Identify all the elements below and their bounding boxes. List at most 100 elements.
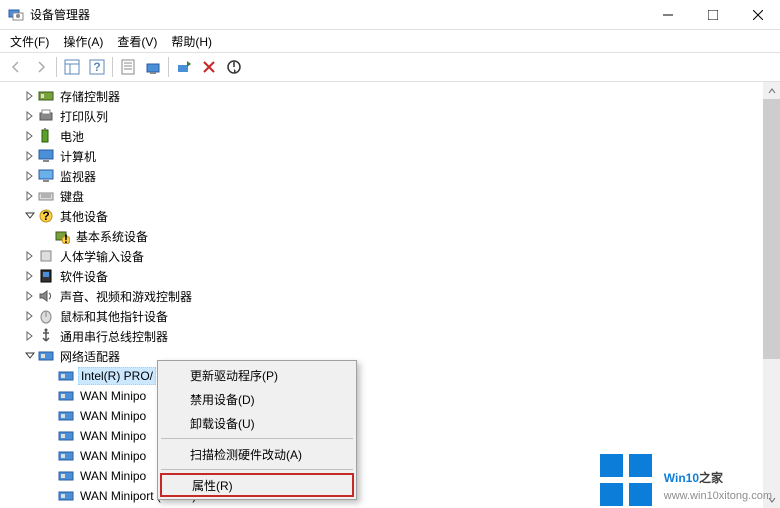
device-tree[interactable]: 存储控制器 打印队列 电池 计算机 监视器 键盘 ? 其他设备 ! 基本系统设备 [0, 82, 780, 508]
tree-node[interactable]: WAN Minipo [0, 406, 780, 426]
tree-node-label: 电池 [58, 127, 86, 146]
properties-button[interactable] [116, 55, 140, 79]
expand-icon[interactable] [22, 248, 38, 264]
update-driver-button[interactable] [172, 55, 196, 79]
menu-view[interactable]: 查看(V) [111, 31, 163, 52]
tree-node-label: 键盘 [58, 187, 86, 206]
tree-node-label: 基本系统设备 [74, 227, 150, 246]
device-manager-icon [8, 7, 24, 23]
vertical-scrollbar[interactable] [763, 82, 780, 508]
maximize-button[interactable] [690, 0, 735, 29]
monitors-icon [38, 168, 54, 184]
tree-node-label: WAN Minipo [78, 388, 148, 404]
expand-icon[interactable] [22, 328, 38, 344]
hid-icon [38, 248, 54, 264]
expand-icon[interactable] [22, 168, 38, 184]
expand-icon[interactable] [22, 268, 38, 284]
expand-icon[interactable] [22, 148, 38, 164]
keyboards-icon [38, 188, 54, 204]
ctx-update-driver[interactable]: 更新驱动程序(P) [160, 363, 354, 387]
tree-node[interactable]: 软件设备 [0, 266, 780, 286]
tree-node[interactable]: 打印队列 [0, 106, 780, 126]
sound-icon [38, 288, 54, 304]
expand-icon[interactable] [22, 88, 38, 104]
storage-controllers-icon [38, 88, 54, 104]
menu-help[interactable]: 帮助(H) [165, 31, 218, 52]
batteries-icon [38, 128, 54, 144]
unknown-device-icon: ! [54, 228, 70, 244]
tree-node[interactable]: 键盘 [0, 186, 780, 206]
tree-node-label: WAN Minipo [78, 428, 148, 444]
tree-node[interactable]: 网络适配器 [0, 346, 780, 366]
watermark: Win10之家 www.win10xitong.com [600, 454, 772, 506]
menu-action[interactable]: 操作(A) [57, 31, 109, 52]
tree-node[interactable]: ? 其他设备 [0, 206, 780, 226]
scan-hardware-button[interactable] [141, 55, 165, 79]
other-devices-icon: ? [38, 208, 54, 224]
minimize-button[interactable] [645, 0, 690, 29]
ctx-scan-hardware[interactable]: 扫描检测硬件改动(A) [160, 442, 354, 466]
scan-icon [145, 59, 161, 75]
windows-logo-icon [600, 454, 652, 506]
tree-node-label: 声音、视频和游戏控制器 [58, 287, 194, 306]
toolbar-separator [56, 57, 57, 77]
back-button[interactable] [4, 55, 28, 79]
tree-node[interactable]: Intel(R) PRO/ [0, 366, 780, 386]
network-adapters-icon [38, 348, 54, 364]
tree-node[interactable]: 人体学输入设备 [0, 246, 780, 266]
svg-text:?: ? [93, 60, 100, 74]
tree-node-label: 计算机 [58, 147, 98, 166]
tree-node[interactable]: WAN Minipo [0, 426, 780, 446]
tree-toggle-icon [64, 59, 80, 75]
update-driver-icon [176, 59, 192, 75]
ctx-uninstall-device[interactable]: 卸载设备(U) [160, 411, 354, 435]
tree-node[interactable]: 声音、视频和游戏控制器 [0, 286, 780, 306]
watermark-brand-b: 之家 [699, 471, 723, 485]
computer-icon [38, 148, 54, 164]
back-icon [9, 60, 23, 74]
expand-icon[interactable] [22, 108, 38, 124]
tree-node[interactable]: 存储控制器 [0, 86, 780, 106]
tree-node[interactable]: 计算机 [0, 146, 780, 166]
collapse-icon[interactable] [22, 348, 38, 364]
forward-icon [34, 60, 48, 74]
forward-button[interactable] [29, 55, 53, 79]
ctx-properties[interactable]: 属性(R) [160, 473, 354, 497]
ctx-separator [161, 469, 353, 470]
tree-node[interactable]: WAN Minipo [0, 386, 780, 406]
tree-node-label: 人体学输入设备 [58, 247, 146, 266]
ctx-disable-device[interactable]: 禁用设备(D) [160, 387, 354, 411]
watermark-url: www.win10xitong.com [664, 490, 772, 502]
network-adapter-icon [58, 448, 74, 464]
show-hide-tree-button[interactable] [60, 55, 84, 79]
tree-node[interactable]: 通用串行总线控制器 [0, 326, 780, 346]
scroll-up-button[interactable] [763, 82, 780, 99]
tree-node-label-selected: Intel(R) PRO/ [78, 367, 156, 385]
tree-node-label: 存储控制器 [58, 87, 122, 106]
watermark-brand-a: Win10 [664, 471, 699, 485]
expand-icon[interactable] [22, 128, 38, 144]
tree-node[interactable]: ! 基本系统设备 [0, 226, 780, 246]
network-adapter-icon [58, 368, 74, 384]
tree-node[interactable]: 鼠标和其他指针设备 [0, 306, 780, 326]
expand-icon[interactable] [22, 188, 38, 204]
uninstall-icon [201, 59, 217, 75]
chevron-up-icon [768, 87, 776, 95]
tree-node-label: 通用串行总线控制器 [58, 327, 170, 346]
scrollbar-thumb[interactable] [763, 99, 780, 359]
expand-icon[interactable] [22, 308, 38, 324]
network-adapter-icon [58, 468, 74, 484]
uninstall-button[interactable] [197, 55, 221, 79]
close-button[interactable] [735, 0, 780, 29]
menu-file[interactable]: 文件(F) [4, 31, 55, 52]
collapse-icon[interactable] [22, 208, 38, 224]
network-adapter-icon [58, 488, 74, 504]
tree-node[interactable]: 电池 [0, 126, 780, 146]
disable-icon [226, 59, 242, 75]
tree-node[interactable]: 监视器 [0, 166, 780, 186]
help-button[interactable]: ? [85, 55, 109, 79]
disable-button[interactable] [222, 55, 246, 79]
mice-icon [38, 308, 54, 324]
help-icon: ? [89, 59, 105, 75]
expand-icon[interactable] [22, 288, 38, 304]
